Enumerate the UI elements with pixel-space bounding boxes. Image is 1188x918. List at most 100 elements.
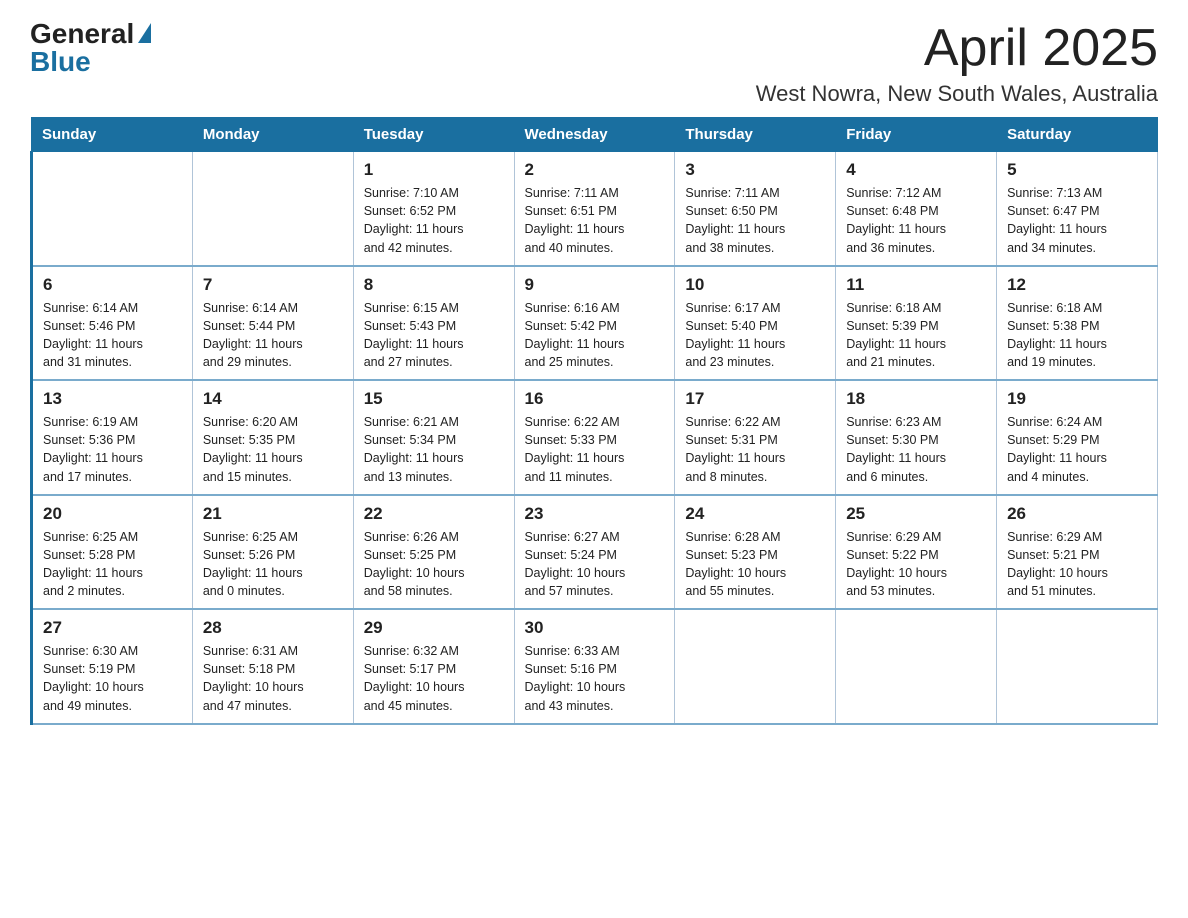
- day-number: 23: [525, 504, 665, 524]
- logo: General Blue: [30, 20, 153, 76]
- calendar-cell: 25 Sunrise: 6:29 AM Sunset: 5:22 PM Dayli…: [836, 495, 997, 610]
- calendar-cell: [675, 609, 836, 724]
- calendar-title: April 2025: [756, 20, 1158, 77]
- day-info: Sunrise: 7:11 AM Sunset: 6:51 PM Dayligh…: [525, 184, 665, 257]
- day-number: 29: [364, 618, 504, 638]
- day-number: 26: [1007, 504, 1147, 524]
- calendar-week-row: 13 Sunrise: 6:19 AM Sunset: 5:36 PM Dayli…: [32, 380, 1158, 495]
- calendar-cell: 19 Sunrise: 6:24 AM Sunset: 5:29 PM Dayli…: [997, 380, 1158, 495]
- day-info: Sunrise: 7:10 AM Sunset: 6:52 PM Dayligh…: [364, 184, 504, 257]
- day-number: 16: [525, 389, 665, 409]
- day-info: Sunrise: 7:11 AM Sunset: 6:50 PM Dayligh…: [685, 184, 825, 257]
- day-info: Sunrise: 6:20 AM Sunset: 5:35 PM Dayligh…: [203, 413, 343, 486]
- day-number: 2: [525, 160, 665, 180]
- day-number: 19: [1007, 389, 1147, 409]
- day-info: Sunrise: 6:21 AM Sunset: 5:34 PM Dayligh…: [364, 413, 504, 486]
- day-info: Sunrise: 6:28 AM Sunset: 5:23 PM Dayligh…: [685, 528, 825, 601]
- calendar-cell: 4 Sunrise: 7:12 AM Sunset: 6:48 PM Daylig…: [836, 152, 997, 266]
- day-info: Sunrise: 6:29 AM Sunset: 5:22 PM Dayligh…: [846, 528, 986, 601]
- day-number: 25: [846, 504, 986, 524]
- day-number: 4: [846, 160, 986, 180]
- day-number: 27: [43, 618, 182, 638]
- calendar-cell: 27 Sunrise: 6:30 AM Sunset: 5:19 PM Dayli…: [32, 609, 193, 724]
- calendar-cell: 26 Sunrise: 6:29 AM Sunset: 5:21 PM Dayli…: [997, 495, 1158, 610]
- page-header: General Blue April 2025 West Nowra, New …: [30, 20, 1158, 107]
- calendar-cell: 13 Sunrise: 6:19 AM Sunset: 5:36 PM Dayli…: [32, 380, 193, 495]
- day-number: 5: [1007, 160, 1147, 180]
- day-number: 6: [43, 275, 182, 295]
- calendar-cell: 14 Sunrise: 6:20 AM Sunset: 5:35 PM Dayli…: [192, 380, 353, 495]
- logo-blue-text: Blue: [30, 48, 91, 76]
- day-info: Sunrise: 6:18 AM Sunset: 5:39 PM Dayligh…: [846, 299, 986, 372]
- day-number: 10: [685, 275, 825, 295]
- logo-general-text: General: [30, 20, 153, 48]
- day-info: Sunrise: 7:13 AM Sunset: 6:47 PM Dayligh…: [1007, 184, 1147, 257]
- calendar-day-header: Saturday: [997, 118, 1158, 152]
- day-info: Sunrise: 6:25 AM Sunset: 5:28 PM Dayligh…: [43, 528, 182, 601]
- day-number: 20: [43, 504, 182, 524]
- calendar-cell: 23Sunrise: 6:27 AM Sunset: 5:24 PM Dayli…: [514, 495, 675, 610]
- calendar-day-header: Wednesday: [514, 118, 675, 152]
- day-info: Sunrise: 6:33 AM Sunset: 5:16 PM Dayligh…: [525, 642, 665, 715]
- calendar-cell: [32, 152, 193, 266]
- calendar-cell: 30 Sunrise: 6:33 AM Sunset: 5:16 PM Dayli…: [514, 609, 675, 724]
- calendar-cell: 11 Sunrise: 6:18 AM Sunset: 5:39 PM Dayli…: [836, 266, 997, 381]
- logo-triangle-icon: [138, 23, 151, 43]
- calendar-week-row: 1 Sunrise: 7:10 AM Sunset: 6:52 PM Daylig…: [32, 152, 1158, 266]
- calendar-subtitle: West Nowra, New South Wales, Australia: [756, 81, 1158, 107]
- calendar-cell: 12Sunrise: 6:18 AM Sunset: 5:38 PM Dayli…: [997, 266, 1158, 381]
- day-number: 30: [525, 618, 665, 638]
- day-number: 14: [203, 389, 343, 409]
- calendar-cell: 10 Sunrise: 6:17 AM Sunset: 5:40 PM Dayli…: [675, 266, 836, 381]
- calendar-cell: 22 Sunrise: 6:26 AM Sunset: 5:25 PM Dayli…: [353, 495, 514, 610]
- calendar-day-header: Monday: [192, 118, 353, 152]
- calendar-cell: [997, 609, 1158, 724]
- day-number: 22: [364, 504, 504, 524]
- day-info: Sunrise: 6:30 AM Sunset: 5:19 PM Dayligh…: [43, 642, 182, 715]
- day-info: Sunrise: 6:31 AM Sunset: 5:18 PM Dayligh…: [203, 642, 343, 715]
- calendar-day-header: Thursday: [675, 118, 836, 152]
- calendar-cell: 24 Sunrise: 6:28 AM Sunset: 5:23 PM Dayli…: [675, 495, 836, 610]
- calendar-cell: 20 Sunrise: 6:25 AM Sunset: 5:28 PM Dayli…: [32, 495, 193, 610]
- day-info: Sunrise: 6:24 AM Sunset: 5:29 PM Dayligh…: [1007, 413, 1147, 486]
- day-number: 21: [203, 504, 343, 524]
- day-number: 24: [685, 504, 825, 524]
- calendar-week-row: 6 Sunrise: 6:14 AM Sunset: 5:46 PM Daylig…: [32, 266, 1158, 381]
- day-number: 11: [846, 275, 986, 295]
- day-number: 18: [846, 389, 986, 409]
- day-number: 9: [525, 275, 665, 295]
- calendar-cell: 5 Sunrise: 7:13 AM Sunset: 6:47 PM Daylig…: [997, 152, 1158, 266]
- calendar-cell: 17Sunrise: 6:22 AM Sunset: 5:31 PM Dayli…: [675, 380, 836, 495]
- day-number: 1: [364, 160, 504, 180]
- calendar-table: SundayMondayTuesdayWednesdayThursdayFrid…: [30, 117, 1158, 725]
- calendar-day-header: Tuesday: [353, 118, 514, 152]
- calendar-cell: 15 Sunrise: 6:21 AM Sunset: 5:34 PM Dayli…: [353, 380, 514, 495]
- day-info: Sunrise: 6:17 AM Sunset: 5:40 PM Dayligh…: [685, 299, 825, 372]
- day-info: Sunrise: 6:14 AM Sunset: 5:46 PM Dayligh…: [43, 299, 182, 372]
- calendar-week-row: 20 Sunrise: 6:25 AM Sunset: 5:28 PM Dayli…: [32, 495, 1158, 610]
- day-number: 8: [364, 275, 504, 295]
- calendar-day-header: Sunday: [32, 118, 193, 152]
- day-info: Sunrise: 6:15 AM Sunset: 5:43 PM Dayligh…: [364, 299, 504, 372]
- day-info: Sunrise: 6:29 AM Sunset: 5:21 PM Dayligh…: [1007, 528, 1147, 601]
- calendar-cell: 18 Sunrise: 6:23 AM Sunset: 5:30 PM Dayli…: [836, 380, 997, 495]
- calendar-cell: 6 Sunrise: 6:14 AM Sunset: 5:46 PM Daylig…: [32, 266, 193, 381]
- day-info: Sunrise: 6:23 AM Sunset: 5:30 PM Dayligh…: [846, 413, 986, 486]
- calendar-cell: 3 Sunrise: 7:11 AM Sunset: 6:50 PM Daylig…: [675, 152, 836, 266]
- calendar-cell: 16Sunrise: 6:22 AM Sunset: 5:33 PM Dayli…: [514, 380, 675, 495]
- day-number: 7: [203, 275, 343, 295]
- day-info: Sunrise: 6:18 AM Sunset: 5:38 PM Dayligh…: [1007, 299, 1147, 372]
- day-info: Sunrise: 6:16 AM Sunset: 5:42 PM Dayligh…: [525, 299, 665, 372]
- calendar-cell: 28Sunrise: 6:31 AM Sunset: 5:18 PM Dayli…: [192, 609, 353, 724]
- calendar-day-header: Friday: [836, 118, 997, 152]
- day-info: Sunrise: 6:19 AM Sunset: 5:36 PM Dayligh…: [43, 413, 182, 486]
- day-number: 15: [364, 389, 504, 409]
- day-info: Sunrise: 6:26 AM Sunset: 5:25 PM Dayligh…: [364, 528, 504, 601]
- calendar-cell: [192, 152, 353, 266]
- calendar-cell: 7Sunrise: 6:14 AM Sunset: 5:44 PM Daylig…: [192, 266, 353, 381]
- calendar-cell: 8 Sunrise: 6:15 AM Sunset: 5:43 PM Daylig…: [353, 266, 514, 381]
- day-number: 3: [685, 160, 825, 180]
- day-info: Sunrise: 7:12 AM Sunset: 6:48 PM Dayligh…: [846, 184, 986, 257]
- calendar-cell: 9 Sunrise: 6:16 AM Sunset: 5:42 PM Daylig…: [514, 266, 675, 381]
- day-number: 13: [43, 389, 182, 409]
